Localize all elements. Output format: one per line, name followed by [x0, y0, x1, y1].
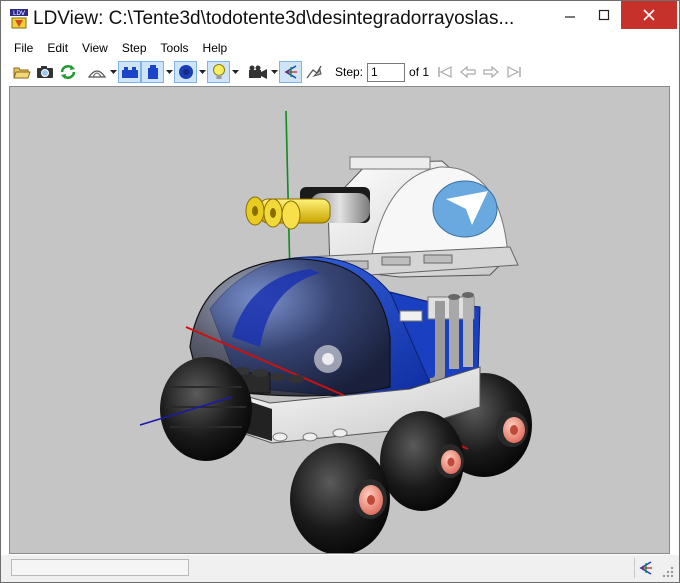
- view-angle-dropdown[interactable]: [269, 61, 279, 83]
- camera-icon: [36, 66, 53, 78]
- window-title: LDView: C:\Tente3d\todotente3d\desintegr…: [33, 8, 515, 29]
- chevron-down-icon: [198, 69, 206, 74]
- chevron-down-icon: [270, 69, 278, 74]
- toolbar: Step: of 1: [1, 59, 679, 85]
- wheel-front-left: [160, 357, 252, 461]
- wheel-front-right: [290, 443, 390, 553]
- status-bar: [1, 555, 679, 582]
- lego-model-render: [139, 110, 532, 553]
- step-label: Step:: [335, 65, 364, 79]
- reload-button[interactable]: [56, 61, 79, 83]
- wheel-middle-right: [380, 411, 464, 511]
- menu-help[interactable]: Help: [196, 39, 235, 57]
- sphere-icon: [178, 65, 193, 79]
- fly-mode-button[interactable]: [302, 61, 325, 83]
- wireframe-dropdown[interactable]: [108, 61, 118, 83]
- primitives-dropdown[interactable]: [197, 61, 207, 83]
- ldview-logo-icon: LDV: [10, 9, 28, 29]
- title-bar[interactable]: LDV LDView: C:\Tente3d\todotente3d\desin…: [1, 1, 679, 37]
- menu-step[interactable]: Step: [115, 39, 154, 57]
- examine-mode-button[interactable]: [279, 61, 302, 83]
- bricks-button[interactable]: [118, 61, 141, 83]
- chevron-down-icon: [109, 69, 117, 74]
- lighting-dropdown[interactable]: [230, 61, 240, 83]
- lighting-button[interactable]: [207, 61, 230, 83]
- wireframe-button[interactable]: [85, 61, 108, 83]
- ldview-window: LDV LDView: C:\Tente3d\todotente3d\desin…: [0, 0, 680, 583]
- examine-mode-icon: [283, 65, 297, 79]
- svg-text:LDV: LDV: [13, 10, 26, 17]
- menu-tools[interactable]: Tools: [154, 39, 196, 57]
- open-button[interactable]: [10, 61, 33, 83]
- menu-view[interactable]: View: [75, 39, 115, 57]
- status-progress-field: [11, 559, 189, 576]
- view-angle-button[interactable]: [246, 61, 269, 83]
- primitives-button[interactable]: [174, 61, 197, 83]
- menu-file[interactable]: File: [7, 39, 40, 57]
- close-icon: [643, 9, 655, 21]
- folder-open-icon: [12, 67, 31, 79]
- last-step-icon: [506, 66, 521, 78]
- wireframe-icon: [87, 70, 106, 78]
- minimize-icon: [565, 16, 575, 18]
- status-examine-indicator: [634, 558, 656, 578]
- examine-mode-icon: [638, 561, 652, 575]
- part-dropdown[interactable]: [164, 61, 174, 83]
- snapshot-button[interactable]: [33, 61, 56, 83]
- model-viewport[interactable]: [9, 86, 670, 554]
- resize-grip-icon[interactable]: [661, 565, 675, 579]
- minimize-button[interactable]: [553, 1, 587, 29]
- lightbulb-icon: [212, 64, 225, 79]
- fly-mode-icon: [305, 65, 322, 79]
- prev-step-button[interactable]: [456, 61, 479, 83]
- next-step-button[interactable]: [479, 61, 502, 83]
- close-button[interactable]: [621, 1, 677, 29]
- step-count-label: of 1: [409, 65, 430, 79]
- last-step-button[interactable]: [502, 61, 525, 83]
- step-input[interactable]: [367, 62, 406, 82]
- brick-icon: [121, 67, 138, 78]
- maximize-icon: [598, 9, 610, 21]
- part-button[interactable]: [141, 61, 164, 83]
- chevron-down-icon: [165, 69, 173, 74]
- first-step-icon: [437, 66, 452, 78]
- video-camera-icon: [248, 65, 267, 79]
- part-icon: [147, 65, 158, 79]
- laser-cannon: [245, 187, 370, 230]
- prev-step-icon: [459, 65, 476, 79]
- maximize-button[interactable]: [587, 1, 621, 29]
- refresh-icon: [60, 65, 75, 79]
- first-step-button[interactable]: [433, 61, 456, 83]
- next-step-icon: [482, 65, 499, 79]
- menu-bar: File Edit View Step Tools Help: [1, 38, 679, 58]
- chevron-down-icon: [231, 69, 239, 74]
- menu-edit[interactable]: Edit: [40, 39, 75, 57]
